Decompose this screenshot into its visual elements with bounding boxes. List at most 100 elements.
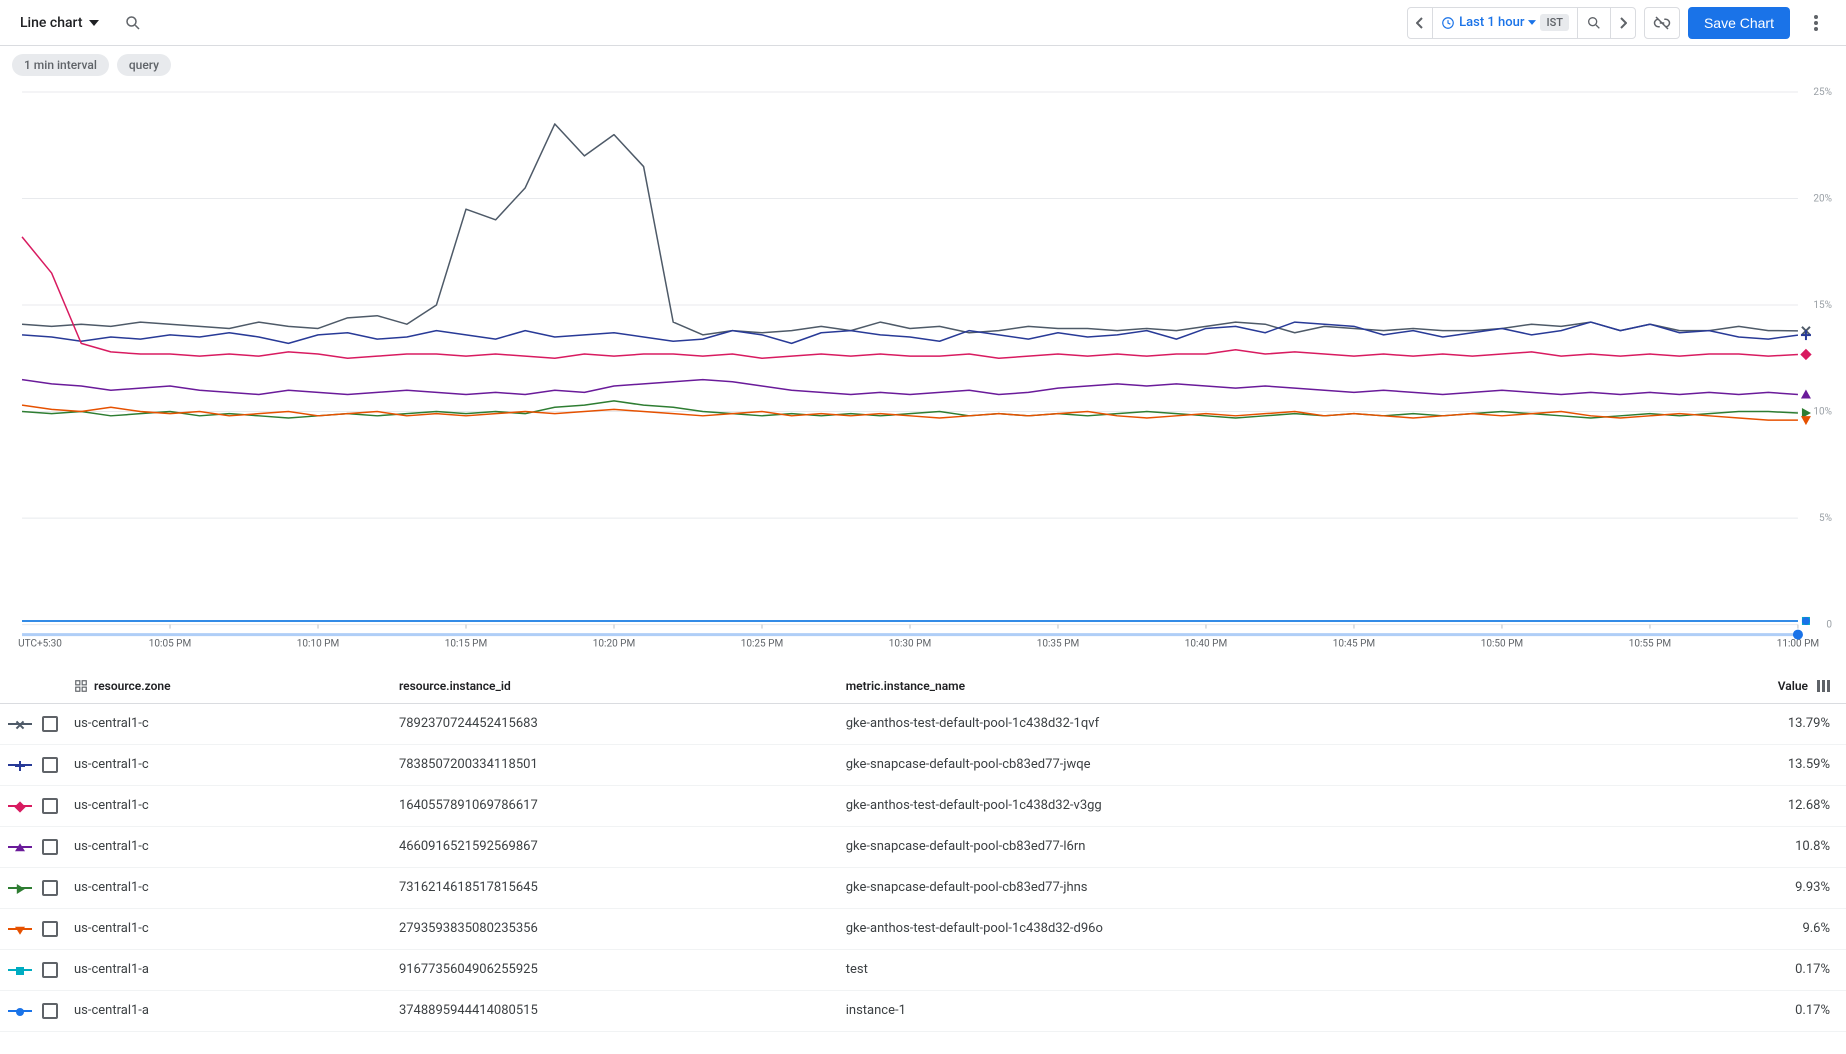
cell-zone: us-central1-a: [66, 990, 391, 1031]
cell-zone: us-central1-c: [66, 867, 391, 908]
caret-down-icon: [89, 20, 99, 26]
cell-zone: us-central1-c: [66, 908, 391, 949]
timezone-badge: IST: [1540, 14, 1568, 31]
time-range-group: Last 1 hour IST: [1407, 7, 1636, 39]
legend-header-row: resource.zone resource.instance_id metri…: [0, 669, 1846, 704]
col-instance-id[interactable]: resource.instance_id: [391, 669, 838, 704]
svg-text:10:15 PM: 10:15 PM: [445, 639, 487, 650]
cell-value: 13.79%: [1626, 703, 1846, 744]
svg-text:5%: 5%: [1819, 513, 1832, 524]
toolbar: Line chart Last 1 hour IST Save Chart: [0, 0, 1846, 46]
cell-instance-name: gke-anthos-test-default-pool-1c438d32-1q…: [838, 703, 1626, 744]
group-icon: [74, 679, 88, 693]
chip-row: 1 min interval query: [0, 46, 1846, 84]
svg-text:10:50 PM: 10:50 PM: [1481, 639, 1523, 650]
svg-text:10:25 PM: 10:25 PM: [741, 639, 783, 650]
table-row[interactable]: us-central1-c1640557891069786617gke-anth…: [0, 785, 1846, 826]
cell-value: 12.68%: [1626, 785, 1846, 826]
cell-instance-name: gke-snapcase-default-pool-cb83ed77-l6rn: [838, 826, 1626, 867]
svg-text:20%: 20%: [1813, 194, 1832, 205]
zoom-icon: [1586, 15, 1602, 31]
svg-text:10:35 PM: 10:35 PM: [1037, 639, 1079, 650]
col-value[interactable]: Value: [1778, 679, 1808, 693]
cell-value: 13.59%: [1626, 744, 1846, 785]
svg-text:UTC+5:30: UTC+5:30: [18, 639, 62, 650]
series-checkbox[interactable]: [42, 839, 58, 855]
chart-type-label: Line chart: [20, 15, 83, 31]
cell-instance-name: instance-1: [838, 990, 1626, 1031]
cell-value: 10.8%: [1626, 826, 1846, 867]
svg-text:10:10 PM: 10:10 PM: [297, 639, 339, 650]
series-checkbox[interactable]: [42, 757, 58, 773]
cell-zone: us-central1-c: [66, 826, 391, 867]
legend-table: resource.zone resource.instance_id metri…: [0, 669, 1846, 1032]
cell-instance-name: gke-anthos-test-default-pool-1c438d32-d9…: [838, 908, 1626, 949]
table-row[interactable]: us-central1-a9167735604906255925test0.17…: [0, 949, 1846, 990]
table-row[interactable]: us-central1-c7838507200334118501gke-snap…: [0, 744, 1846, 785]
chevron-right-icon: [1619, 17, 1627, 29]
clock-icon: [1441, 16, 1455, 30]
series-checkbox[interactable]: [42, 1003, 58, 1019]
svg-text:25%: 25%: [1813, 87, 1832, 98]
cell-instance-id: 3748895944414080515: [391, 990, 838, 1031]
cell-value: 0.17%: [1626, 990, 1846, 1031]
line-chart-svg: 0 5% 10% 15% 20% 25% UTC+5:30 10:05 PM 10:10 PM 1…: [12, 84, 1834, 665]
cell-value: 9.6%: [1626, 908, 1846, 949]
svg-text:10:55 PM: 10:55 PM: [1629, 639, 1671, 650]
caret-down-icon: [1528, 20, 1536, 25]
svg-text:10:05 PM: 10:05 PM: [149, 639, 191, 650]
series-checkbox[interactable]: [42, 880, 58, 896]
cell-zone: us-central1-a: [66, 949, 391, 990]
query-chip[interactable]: query: [117, 54, 171, 76]
chevron-left-icon: [1416, 17, 1424, 29]
cell-instance-name: test: [838, 949, 1626, 990]
svg-text:10:40 PM: 10:40 PM: [1185, 639, 1227, 650]
col-instance-name[interactable]: metric.instance_name: [838, 669, 1626, 704]
cell-instance-id: 4660916521592569867: [391, 826, 838, 867]
series-checkbox[interactable]: [42, 962, 58, 978]
svg-text:10:45 PM: 10:45 PM: [1333, 639, 1375, 650]
svg-text:10%: 10%: [1813, 407, 1832, 418]
svg-text:0: 0: [1826, 620, 1832, 631]
table-row[interactable]: us-central1-c4660916521592569867gke-snap…: [0, 826, 1846, 867]
svg-text:15%: 15%: [1813, 300, 1832, 311]
unlink-button[interactable]: [1644, 7, 1680, 39]
cell-zone: us-central1-c: [66, 785, 391, 826]
save-chart-button[interactable]: Save Chart: [1688, 7, 1790, 39]
chart-area[interactable]: 0 5% 10% 15% 20% 25% UTC+5:30 10:05 PM 10:10 PM 1…: [0, 84, 1846, 665]
cell-zone: us-central1-c: [66, 703, 391, 744]
chart-type-selector[interactable]: Line chart: [12, 9, 107, 37]
time-prev-button[interactable]: [1408, 8, 1433, 38]
series-checkbox[interactable]: [42, 798, 58, 814]
table-row[interactable]: us-central1-a3748895944414080515instance…: [0, 990, 1846, 1031]
cell-instance-id: 2793593835080235356: [391, 908, 838, 949]
time-range-selector[interactable]: Last 1 hour IST: [1433, 8, 1578, 38]
cell-instance-id: 7316214618517815645: [391, 867, 838, 908]
cell-value: 9.93%: [1626, 867, 1846, 908]
cell-value: 0.17%: [1626, 949, 1846, 990]
cell-instance-name: gke-snapcase-default-pool-cb83ed77-jhns: [838, 867, 1626, 908]
cell-zone: us-central1-c: [66, 744, 391, 785]
table-row[interactable]: us-central1-c7316214618517815645gke-snap…: [0, 867, 1846, 908]
table-row[interactable]: us-central1-c2793593835080235356gke-anth…: [0, 908, 1846, 949]
svg-text:10:20 PM: 10:20 PM: [593, 639, 635, 650]
columns-icon[interactable]: [1817, 680, 1830, 692]
col-zone[interactable]: resource.zone: [94, 679, 171, 693]
search-icon: [124, 14, 142, 32]
time-next-button[interactable]: [1611, 8, 1635, 38]
cell-instance-name: gke-anthos-test-default-pool-1c438d32-v3…: [838, 785, 1626, 826]
table-row[interactable]: us-central1-c7892370724452415683gke-anth…: [0, 703, 1846, 744]
cell-instance-id: 9167735604906255925: [391, 949, 838, 990]
cell-instance-id: 7838507200334118501: [391, 744, 838, 785]
time-range-label: Last 1 hour: [1459, 15, 1524, 30]
zoom-button[interactable]: [1578, 8, 1611, 38]
more-vert-icon: [1814, 15, 1818, 31]
series-checkbox[interactable]: [42, 716, 58, 732]
interval-chip[interactable]: 1 min interval: [12, 54, 109, 76]
series-checkbox[interactable]: [42, 921, 58, 937]
more-button[interactable]: [1798, 5, 1834, 41]
unlink-icon: [1653, 14, 1671, 32]
search-button[interactable]: [115, 5, 151, 41]
cell-instance-id: 1640557891069786617: [391, 785, 838, 826]
cell-instance-id: 7892370724452415683: [391, 703, 838, 744]
